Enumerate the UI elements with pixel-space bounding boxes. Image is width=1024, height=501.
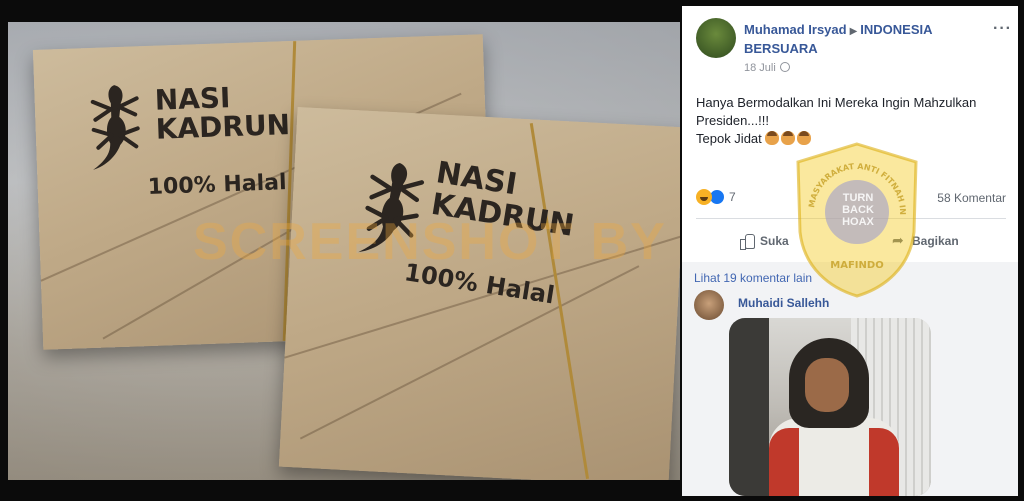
turn-line2: BACK [842,204,874,216]
photo-viewer: NASI KADRUN 100% Halal NASI KADRUN 100% … [0,0,682,501]
commenter-avatar[interactable] [694,290,724,320]
author-avatar[interactable] [696,18,736,58]
rice-packet-front: NASI KADRUN 100% Halal [278,107,680,480]
packet-halal-label: 100% Halal [147,170,287,201]
globe-icon [779,62,790,72]
turn-line1: TURN [842,192,874,204]
reaction-count[interactable]: 7 [729,190,736,204]
haha-reaction-icon[interactable] [696,189,712,205]
author-name[interactable]: Muhamad Irsyad [744,22,847,37]
post-text-line1: Hanya Bermodalkan Ini Mereka Ingin Mahzu… [696,95,977,128]
post-text-line2: Tepok Jidat [696,131,762,146]
post-photo[interactable]: NASI KADRUN 100% Halal NASI KADRUN 100% … [8,22,680,480]
post-header: Muhamad Irsyad ▶ INDONESIA BERSUARA ··· 18… [696,18,1011,74]
turnbackhoax-badge: MASYARAKAT ANTI FITNAH INDONESIA MAFINDO… [792,140,922,300]
comment-count[interactable]: 58 Komentar [937,191,1006,205]
badge-org-bottom: MAFINDO [830,260,883,271]
caret-right-icon: ▶ [849,26,858,37]
post-date[interactable]: 18 Juli [744,62,776,74]
facepalm-icon [765,131,780,145]
like-button[interactable]: Suka [740,234,789,250]
more-options-icon[interactable]: ··· [993,20,1012,38]
comment-photo[interactable] [729,318,931,496]
turnbackhoax-label: TURN BACK HOAX [830,192,886,228]
packet-title-line2: KADRUN [155,108,291,147]
lizard-icon [90,85,140,170]
like-label: Suka [760,234,789,248]
thumbs-up-icon [740,234,755,250]
turn-line3: HOAX [842,216,874,228]
screenshot-watermark: SCREENSHOT BY [193,213,667,271]
